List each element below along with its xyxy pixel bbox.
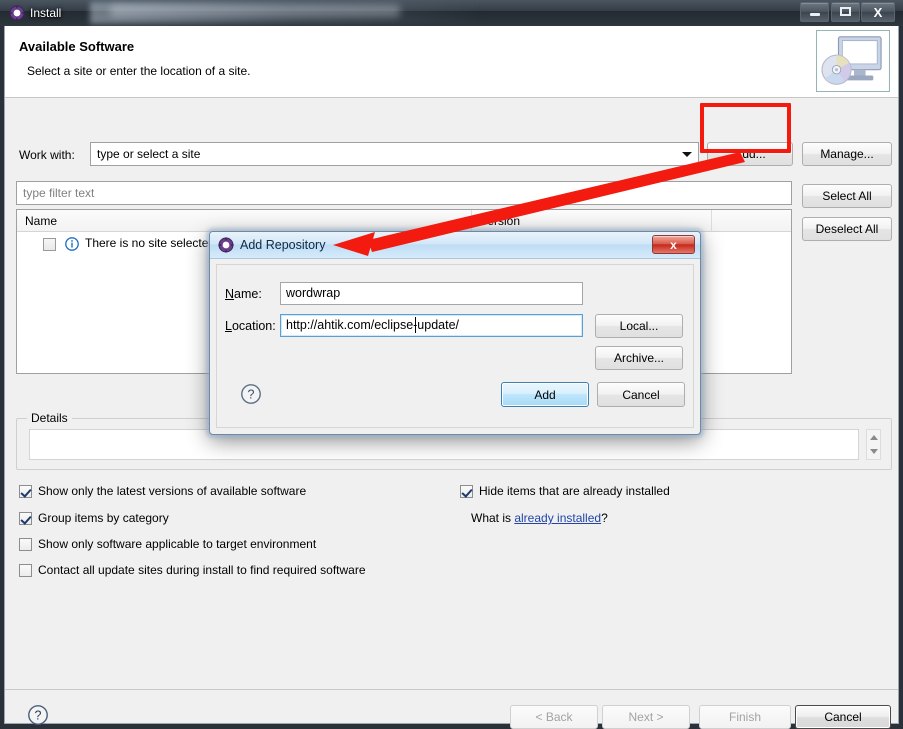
dialog-add-button[interactable]: Add <box>501 382 589 407</box>
work-with-combo[interactable]: type or select a site <box>90 142 699 166</box>
row-checkbox[interactable] <box>43 238 56 251</box>
dialog-body: Name: wordwrap Location: http://ahtik.co… <box>216 264 694 428</box>
manage-button[interactable]: Manage... <box>802 142 892 166</box>
checkbox-applicable-to-target[interactable] <box>19 538 32 551</box>
row-name-cell: There is no site selected. <box>85 236 219 250</box>
text-caret <box>415 317 416 333</box>
maximize-icon <box>840 7 851 16</box>
minimize-button[interactable] <box>800 2 829 22</box>
cancel-button[interactable]: Cancel <box>795 705 891 729</box>
svg-text:?: ? <box>248 388 255 402</box>
install-wizard-window: Install X Available Software Select a si… <box>0 0 903 729</box>
name-label: Name: <box>225 287 262 301</box>
dialog-close-button[interactable]: x <box>652 235 695 254</box>
filter-input[interactable]: type filter text <box>16 181 792 205</box>
work-with-label: Work with: <box>19 148 75 162</box>
option-label: Show only software applicable to target … <box>38 537 317 551</box>
option-label: Show only the latest versions of availab… <box>38 484 307 498</box>
info-icon <box>65 237 79 251</box>
local-button-label: Local... <box>619 319 659 333</box>
whatis-suffix: ? <box>601 511 608 525</box>
close-icon: x <box>670 237 677 252</box>
location-input[interactable]: http://ahtik.com/eclipse-update/ <box>280 314 583 337</box>
column-header-blank[interactable] <box>712 210 791 232</box>
dialog-titlebar: Add Repository x <box>210 232 700 259</box>
chevron-down-icon[interactable] <box>682 152 692 157</box>
back-button[interactable]: < Back <box>510 705 598 729</box>
select-all-button[interactable]: Select All <box>802 184 892 208</box>
wizard-header: Available Software Select a site or ente… <box>5 26 898 98</box>
close-icon: X <box>873 5 883 20</box>
location-label-rest: ocation: <box>231 319 276 333</box>
what-is-already-installed: What is already installed? <box>471 511 608 525</box>
option-label: Contact all update sites during install … <box>38 563 366 577</box>
archive-button[interactable]: Archive... <box>595 346 683 370</box>
scroll-down-icon[interactable] <box>870 449 878 454</box>
minimize-icon <box>809 13 820 16</box>
already-installed-link[interactable]: already installed <box>514 511 601 525</box>
name-input[interactable]: wordwrap <box>280 282 583 305</box>
svg-text:?: ? <box>35 709 42 723</box>
location-label: Location: <box>225 319 276 333</box>
next-button[interactable]: Next > <box>602 705 690 729</box>
add-repository-dialog: Add Repository x Name: wordwrap Location… <box>209 231 701 435</box>
help-question-icon[interactable]: ? <box>27 704 49 726</box>
eclipse-gear-icon <box>9 5 25 21</box>
window-title: Install <box>30 6 62 20</box>
name-label-rest: ame: <box>234 287 262 301</box>
dialog-cancel-button[interactable]: Cancel <box>597 382 685 407</box>
table-header-row: Name Version <box>17 210 791 232</box>
option-label: Group items by category <box>38 511 169 525</box>
deselect-all-button[interactable]: Deselect All <box>802 217 892 241</box>
monitor-with-disc-icon <box>816 30 890 92</box>
details-legend: Details <box>27 411 72 425</box>
scroll-up-icon[interactable] <box>870 435 878 440</box>
add-button[interactable]: Add... <box>707 142 793 166</box>
filter-placeholder: type filter text <box>23 186 95 200</box>
checkbox-show-latest-versions[interactable] <box>19 485 32 498</box>
location-mnemonic: L <box>225 319 232 333</box>
finish-button[interactable]: Finish <box>699 705 791 729</box>
checkbox-group-by-category[interactable] <box>19 512 32 525</box>
eclipse-gear-icon <box>218 237 234 253</box>
checkbox-contact-update-sites[interactable] <box>19 564 32 577</box>
name-mnemonic: N <box>225 287 235 301</box>
checkbox-hide-installed[interactable] <box>460 485 473 498</box>
help-question-icon[interactable]: ? <box>240 383 262 405</box>
page-subtitle: Select a site or enter the location of a… <box>27 64 251 78</box>
close-button[interactable]: X <box>861 2 895 22</box>
location-value: http://ahtik.com/eclipse-update/ <box>286 318 460 332</box>
titlebar-background-blur-secondary <box>110 5 400 17</box>
whatis-prefix: What is <box>471 511 515 525</box>
bottom-separator <box>5 689 898 690</box>
column-header-name[interactable]: Name <box>17 210 472 232</box>
page-title: Available Software <box>19 39 135 54</box>
option-label: Hide items that are already installed <box>479 484 670 498</box>
name-value: wordwrap <box>286 286 341 300</box>
local-button[interactable]: Local... <box>595 314 683 338</box>
window-titlebar: Install X <box>0 0 903 26</box>
archive-button-label: Archive... <box>613 351 664 365</box>
work-with-value: type or select a site <box>97 147 201 161</box>
details-scrollbar[interactable] <box>866 429 881 460</box>
column-header-version[interactable]: Version <box>472 210 712 232</box>
maximize-button[interactable] <box>831 2 860 22</box>
dialog-title: Add Repository <box>240 238 326 252</box>
